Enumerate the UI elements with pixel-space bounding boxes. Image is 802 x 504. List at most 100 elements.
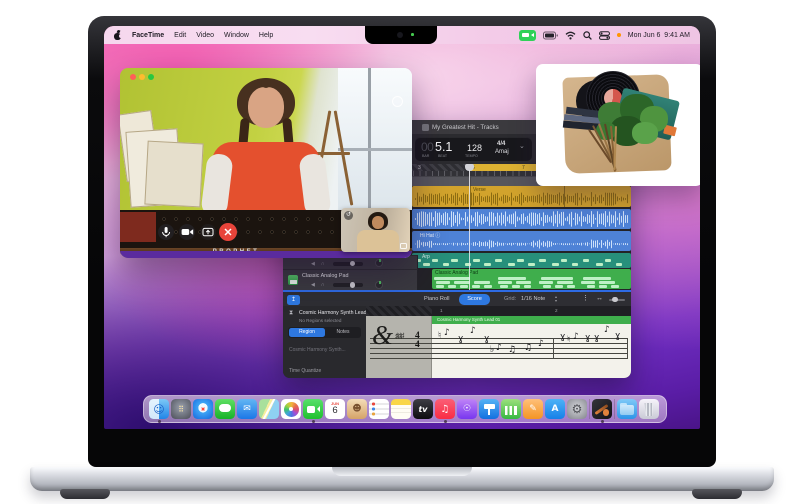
dock-item-reminders[interactable] — [369, 399, 389, 419]
mute-mic-button[interactable] — [158, 224, 174, 240]
menu-video[interactable]: Video — [196, 32, 214, 39]
end-call-button[interactable] — [219, 223, 237, 241]
region-name-field[interactable]: Cosmic Harmony Synth... — [289, 347, 346, 353]
midi-region-pad[interactable]: Classic Analog Pad — [432, 269, 631, 289]
calendar-icon: JUN 6 — [325, 399, 345, 419]
tab-piano-roll[interactable]: Piano Roll — [424, 296, 450, 302]
dock-item-pages[interactable]: ✎ — [523, 399, 543, 419]
launchpad-icon: ⠿ — [171, 399, 191, 419]
tv-icon: tv — [413, 399, 433, 419]
track-row-pad[interactable]: Classic Analog Pad Classic Analog Pad ◀ … — [283, 269, 631, 290]
midi-region-arp[interactable]: Arp — [412, 253, 631, 268]
menu-help[interactable]: Help — [259, 32, 273, 39]
dock-item-contacts[interactable]: ☻ — [347, 399, 367, 419]
audio-region[interactable] — [412, 209, 631, 229]
pan-knob[interactable] — [375, 280, 383, 289]
dock: ☺ ⠿ ✦ ✉ JUN 6 ☻ tv ♫ ☉ ✎ A ⚙ — [143, 395, 667, 423]
dock-item-sysprefs[interactable]: ⚙ — [567, 399, 587, 419]
screen-camera-status-icon[interactable] — [518, 29, 536, 41]
apple-menu-icon[interactable] — [114, 29, 124, 40]
search-icon[interactable] — [583, 30, 592, 40]
dock-item-trash[interactable] — [639, 399, 659, 419]
more-options-icon[interactable]: ⋮ — [582, 294, 589, 302]
dock-item-podcasts[interactable]: ☉ — [457, 399, 477, 419]
battery-icon — [542, 31, 558, 39]
grid-stepper[interactable]: ▴ ▾ — [555, 295, 557, 303]
garageband-icon — [592, 399, 612, 419]
dock-item-appstore[interactable]: A — [545, 399, 565, 419]
dock-item-safari[interactable]: ✦ — [193, 399, 213, 419]
macbook-air: FaceTime Edit Video Window Help Mon Jun 6 9:… — [0, 0, 802, 504]
menu-facetime[interactable]: FaceTime — [132, 32, 164, 39]
wifi-icon[interactable] — [565, 31, 576, 40]
dock-item-launchpad[interactable]: ⠿ — [171, 399, 191, 419]
menu-bar-clock[interactable]: Mon Jun 6 9:41 AM — [628, 32, 690, 39]
audio-region-drums[interactable]: Verse — [412, 186, 631, 207]
solo-icon[interactable]: ∩ — [321, 282, 325, 288]
photos-icon — [281, 399, 301, 419]
video-expand-control[interactable] — [392, 96, 403, 107]
tab-region[interactable]: Region — [289, 328, 325, 337]
time-quantize-label[interactable]: Time Quantize — [289, 368, 321, 374]
lcd-tempo-label: TEMPO — [465, 154, 478, 158]
rubber-foot — [692, 489, 742, 499]
minimize-button[interactable] — [139, 74, 145, 80]
running-indicator — [311, 419, 315, 423]
menu-items: FaceTime Edit Video Window Help — [132, 32, 273, 39]
mute-icon[interactable]: ◀ — [311, 282, 315, 288]
control-center-icon[interactable] — [598, 30, 610, 40]
dock-item-maps[interactable] — [259, 399, 279, 419]
solo-icon[interactable]: ∩ — [321, 261, 325, 267]
macbook-screen-shell: FaceTime Edit Video Window Help Mon Jun 6 9:… — [88, 16, 716, 467]
dock-item-music[interactable]: ♫ — [435, 399, 455, 423]
photo-window[interactable] — [536, 64, 700, 186]
close-button[interactable] — [130, 74, 136, 80]
lcd-beat-label: BEAT — [438, 154, 448, 158]
audio-region-hihat[interactable]: Hi Hat ⓘ — [412, 231, 631, 251]
fullscreen-button[interactable] — [148, 74, 154, 80]
dock-item-facetime[interactable] — [303, 399, 323, 423]
facetime-window[interactable]: PROPHET — [120, 68, 412, 258]
dock-item-downloads[interactable] — [617, 399, 637, 419]
mute-icon[interactable]: ◀ — [311, 261, 315, 267]
lcd-display[interactable]: 00 5.1 BAR BEAT 128 TEMPO 4/4 Amaj ⌄ — [415, 137, 532, 161]
dock-item-notes[interactable] — [391, 399, 411, 419]
volume-slider[interactable] — [333, 260, 363, 267]
self-view-pip[interactable]: ↺ — [341, 208, 410, 252]
camera-button[interactable] — [179, 224, 195, 240]
lid-lift-notch — [332, 467, 472, 476]
grid-label: Grid: — [504, 295, 517, 302]
grid-value-dropdown[interactable]: 1/16 Note — [521, 296, 545, 302]
dock-item-mail[interactable]: ✉ — [237, 399, 257, 419]
midi-in-button[interactable]: ↥ — [287, 294, 300, 305]
share-screen-button[interactable] — [200, 224, 216, 240]
volume-slider[interactable] — [333, 282, 363, 288]
notes-icon — [391, 399, 411, 419]
tab-score[interactable]: Score — [459, 294, 490, 305]
menu-edit[interactable]: Edit — [174, 32, 186, 39]
desktop: FaceTime Edit Video Window Help Mon Jun 6 9:… — [104, 26, 700, 429]
flip-camera-icon[interactable]: ↺ — [344, 211, 353, 220]
contacts-icon: ☻ — [347, 399, 367, 419]
dock-item-photos[interactable] — [281, 399, 301, 419]
lcd-key: Amaj — [495, 149, 509, 155]
podcasts-icon: ☉ — [457, 399, 477, 419]
track-header-pad[interactable]: Classic Analog Pad ◀ ∩ — [283, 269, 418, 290]
dock-item-tv[interactable]: tv — [413, 399, 433, 419]
editor-zoom-slider[interactable] — [609, 296, 625, 303]
numbers-icon — [501, 399, 521, 419]
dock-item-numbers[interactable] — [501, 399, 521, 419]
dock-item-calendar[interactable]: JUN 6 — [325, 399, 345, 419]
pan-knob[interactable] — [375, 259, 383, 267]
pip-expand-icon[interactable] — [400, 243, 407, 249]
dock-item-keynote[interactable] — [479, 399, 499, 419]
sysprefs-icon: ⚙ — [567, 399, 587, 419]
zoom-icon[interactable]: ↔ — [596, 295, 603, 302]
dock-item-garageband[interactable] — [592, 399, 612, 423]
tab-notes[interactable]: Notes — [326, 328, 360, 337]
dock-item-messages[interactable] — [215, 399, 235, 419]
menu-window[interactable]: Window — [224, 32, 249, 39]
score-editor[interactable]: 1 2 Cosmic Harmony Synth Lead 01 & ♯♯♯ 4… — [366, 306, 631, 378]
lcd-chevron-icon[interactable]: ⌄ — [519, 142, 525, 150]
dock-item-finder[interactable]: ☺ — [149, 399, 169, 423]
